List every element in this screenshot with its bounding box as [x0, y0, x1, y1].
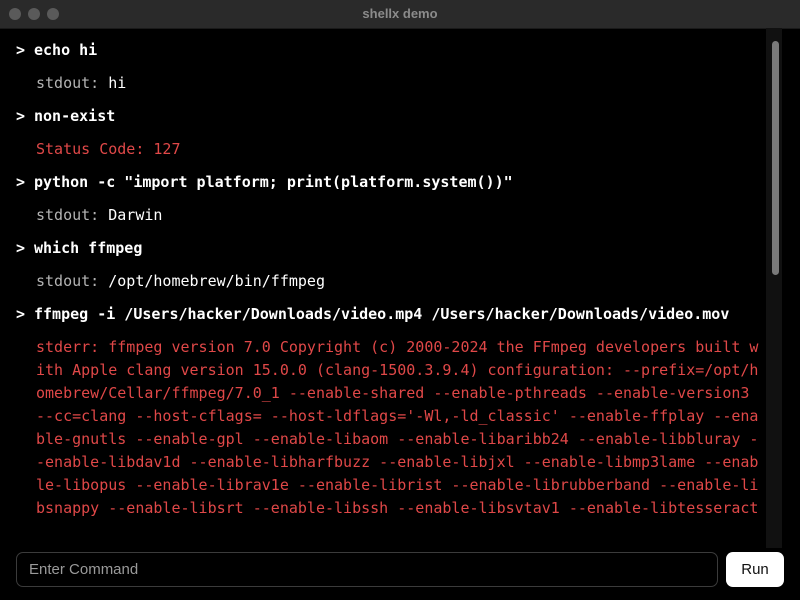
command-line: > ffmpeg -i /Users/hacker/Downloads/video… — [0, 303, 766, 326]
output-text: Status Code: 127 — [36, 140, 181, 158]
command-line: > echo hi — [0, 39, 766, 62]
prompt-symbol: > — [16, 173, 26, 191]
command-text: python -c "import platform; print(platfo… — [34, 173, 513, 191]
title-bar: shellx demo — [0, 0, 800, 29]
command-line: > python -c "import platform; print(platf… — [0, 171, 766, 194]
output-label: stdout: — [36, 206, 109, 224]
command-text: echo hi — [34, 41, 98, 59]
log-scrollbar[interactable] — [766, 28, 782, 548]
stdout-output: stdout: hi — [0, 72, 766, 95]
stdout-output: stdout: Darwin — [0, 204, 766, 227]
prompt-symbol: > — [16, 41, 26, 59]
log-entry: > which ffmpeg stdout: /opt/homebrew/bin/f… — [0, 237, 766, 293]
input-bar: Run — [0, 548, 800, 600]
output-label: stdout: — [36, 272, 109, 290]
output-text: stderr: ffmpeg version 7.0 Copyright (c)… — [36, 338, 759, 517]
window-title: shellx demo — [362, 6, 438, 21]
command-text: ffmpeg -i /Users/hacker/Downloads/video.… — [34, 305, 730, 323]
error-output: stderr: ffmpeg version 7.0 Copyright (c)… — [0, 336, 766, 520]
prompt-symbol: > — [16, 305, 26, 323]
output-text: /opt/homebrew/bin/ffmpeg — [108, 272, 325, 290]
run-button[interactable]: Run — [726, 552, 784, 587]
command-line: > non-exist — [0, 105, 766, 128]
prompt-symbol: > — [16, 239, 26, 257]
log-entry: > non-exist Status Code: 127 — [0, 105, 766, 161]
command-line: > which ffmpeg — [0, 237, 766, 260]
command-input[interactable] — [16, 552, 718, 587]
command-text: which ffmpeg — [34, 239, 143, 257]
command-text: non-exist — [34, 107, 116, 125]
prompt-symbol: > — [16, 107, 26, 125]
error-output: Status Code: 127 — [0, 138, 766, 161]
log-entry: > ffmpeg -i /Users/hacker/Downloads/video… — [0, 303, 766, 520]
output-text: hi — [108, 74, 127, 92]
output-text: Darwin — [108, 206, 163, 224]
log-entry: > python -c "import platform; print(platf… — [0, 171, 766, 227]
output-label: stdout: — [36, 74, 109, 92]
stdout-output: stdout: /opt/homebrew/bin/ffmpeg — [0, 270, 766, 293]
app-window: shellx demo > echo hi stdout: hi > non-exist… — [0, 0, 800, 600]
command-log[interactable]: > echo hi stdout: hi > non-exist Status Code:… — [0, 28, 766, 548]
log-entry: > echo hi stdout: hi — [0, 39, 766, 95]
scrollbar-thumb[interactable] — [772, 41, 779, 275]
